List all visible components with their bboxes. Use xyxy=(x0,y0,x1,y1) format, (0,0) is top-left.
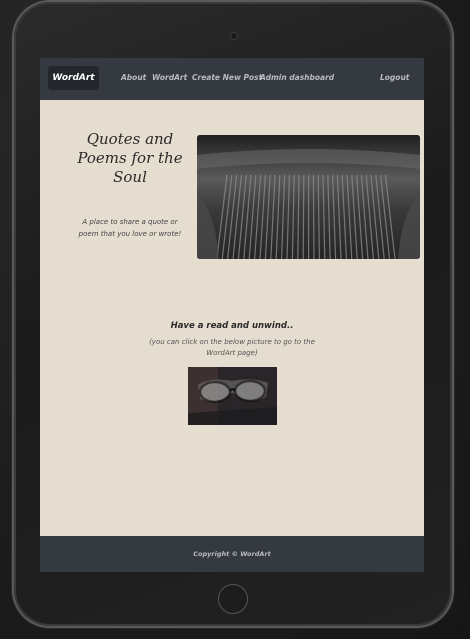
footer: Copyright © WordArt xyxy=(40,536,424,572)
typewriter-illustration xyxy=(197,135,420,259)
brand-logo[interactable]: WordArt xyxy=(48,66,99,90)
tablet-screen: WordArt About WordArt Create New Post Ad… xyxy=(40,58,424,572)
section-title: Have a read and unwind.. xyxy=(170,321,294,331)
glasses-image-link[interactable] xyxy=(188,367,277,425)
nav-link-logout[interactable]: Logout xyxy=(380,73,409,82)
navbar: WordArt About WordArt Create New Post Ad… xyxy=(40,58,424,100)
footer-copyright: Copyright © WordArt xyxy=(193,550,271,558)
nav-link-create-new-post[interactable]: Create New Post xyxy=(192,73,262,82)
tablet-frame: WordArt About WordArt Create New Post Ad… xyxy=(14,2,452,626)
typewriter-image xyxy=(197,135,420,259)
section-note: (you can click on the below picture to g… xyxy=(149,338,315,357)
home-button[interactable] xyxy=(218,584,248,614)
camera-icon xyxy=(230,32,238,40)
hero-title: Quotes and Poems for the Soul xyxy=(77,130,183,186)
nav-link-wordart[interactable]: WordArt xyxy=(152,73,187,82)
nav-link-about[interactable]: About xyxy=(121,73,146,82)
nav-link-admin-dashboard[interactable]: Admin dashboard xyxy=(260,73,334,82)
hero-subtitle: A place to share a quote or poem that yo… xyxy=(78,218,182,238)
glasses-icon xyxy=(188,367,277,425)
